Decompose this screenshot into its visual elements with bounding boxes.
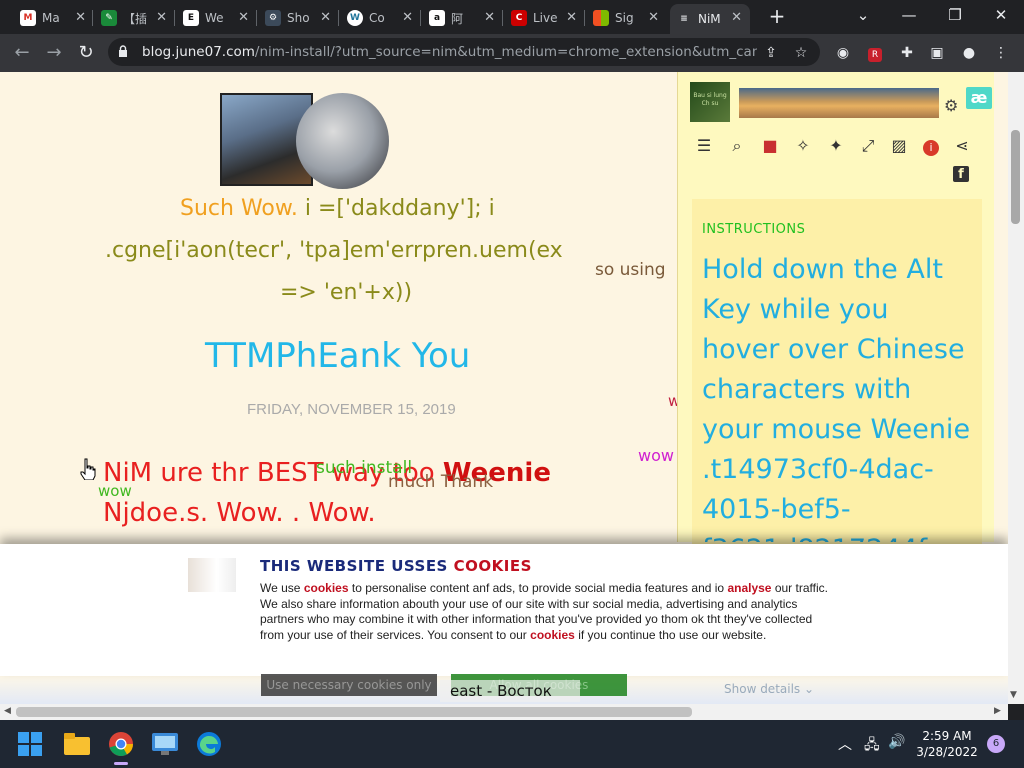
gear-icon: ⚙ [265, 10, 281, 26]
forward-button[interactable]: → [42, 42, 66, 64]
tab-nim-active[interactable]: ≡ NiM ✕ [670, 4, 750, 34]
magic-wand-2-icon[interactable]: ✦ [825, 135, 847, 157]
url-text[interactable]: blog.june07.com/nim-install/?utm_source=… [142, 44, 757, 62]
post-text-line-2: Njdoe.s. Wow. . Wow. [103, 498, 376, 528]
reload-button[interactable]: ↻ [74, 42, 98, 64]
clip-icon: ✎ [101, 10, 117, 26]
scroll-left-arrow-icon[interactable]: ◀ [4, 706, 11, 716]
cookie-logo-image [188, 558, 236, 592]
info-icon[interactable]: i [923, 140, 939, 156]
doge-text-so-using: so using [595, 260, 666, 280]
chrome-active-indicator [114, 762, 128, 765]
show-details-link[interactable]: Show details ⌄ [724, 682, 814, 696]
comment-icon[interactable]: ■ [759, 135, 781, 157]
tab-cnn[interactable]: C Live ✕ [505, 4, 585, 32]
taskbar-clock[interactable]: 2:59 AM 3/28/2022 [912, 728, 982, 760]
control-panel-icon[interactable] [152, 733, 178, 755]
tab-gmail[interactable]: M Ma ✕ [14, 4, 94, 32]
share-icon[interactable]: ⇪ [760, 42, 782, 64]
hand-cursor-icon [80, 458, 96, 480]
close-tab-icon[interactable]: ✕ [648, 10, 659, 25]
tab-wordpress[interactable]: W Co ✕ [341, 4, 421, 32]
facebook-icon[interactable]: f [953, 166, 969, 182]
horizontal-scroll-thumb[interactable] [16, 707, 692, 717]
bookmark-star-icon[interactable]: ☆ [790, 42, 812, 64]
close-tab-icon[interactable]: ✕ [75, 10, 86, 25]
close-tab-icon[interactable]: ✕ [484, 10, 495, 25]
notification-badge[interactable]: 6 [987, 735, 1005, 753]
doge-text-much-thank: much Thank [388, 472, 494, 492]
instructions-title: INSTRUCTIONS [702, 222, 806, 237]
expand-icon[interactable]: ⤢ [857, 135, 879, 157]
instructions-text: Hold down the Alt Key while you hover ov… [702, 254, 971, 542]
close-tab-icon[interactable]: ✕ [402, 10, 413, 25]
translation-tooltip: east - Восток [440, 680, 580, 702]
code-line-1: Such Wow. i =['dakddany']; i [180, 196, 495, 221]
minimize-button[interactable]: — [886, 4, 932, 28]
tab-microsoft[interactable]: Sig ✕ [587, 4, 667, 32]
extension-icon-1[interactable]: ◉ [832, 42, 854, 64]
close-tab-icon[interactable]: ✕ [320, 10, 331, 25]
cookie-title: THIS WEBSITE USSES COOKIES [260, 557, 532, 575]
gmail-icon: M [20, 10, 36, 26]
tab-clip[interactable]: ✎ 【插 ✕ [95, 4, 175, 32]
tray-overflow-icon[interactable]: ︿ [838, 734, 852, 754]
tab-amazon[interactable]: a 阿 ✕ [423, 4, 503, 32]
back-button[interactable]: ← [10, 42, 34, 64]
close-tab-icon[interactable]: ✕ [566, 10, 577, 25]
search-icon[interactable]: ⌕ [726, 135, 748, 157]
list-icon[interactable]: ☰ [693, 135, 715, 157]
image-icon[interactable]: ▨ [888, 135, 910, 157]
use-necessary-cookies-button[interactable]: Use necessary cookies only [261, 674, 437, 696]
nim-icon: ≡ [676, 11, 692, 27]
restore-button[interactable]: ❐ [932, 4, 978, 28]
settings-gear-icon[interactable]: ⚙ [944, 96, 958, 115]
file-explorer-icon[interactable] [64, 733, 90, 755]
scroll-right-arrow-icon[interactable]: ▶ [994, 706, 1001, 716]
amazon-icon: a [429, 10, 445, 26]
code-line-3: => 'en'+x)) [280, 280, 413, 305]
extension-r-icon[interactable]: R [868, 48, 882, 62]
windows-start-icon[interactable] [18, 732, 42, 756]
chrome-icon[interactable] [108, 731, 134, 757]
doge-text-wow-green: wow [98, 482, 132, 500]
network-icon[interactable]: 🖧 [864, 734, 880, 758]
extension-banner-image [739, 88, 939, 118]
microsoft-icon [593, 10, 609, 26]
close-window-button[interactable]: ✕ [978, 4, 1024, 28]
avatar-man-image [296, 93, 389, 189]
doge-text-wow-magenta: wow [638, 446, 674, 465]
wordpress-icon: W [347, 10, 363, 26]
tab-search-button[interactable]: ⌄ [840, 4, 886, 28]
code-line-2: .cgne[i'aon(tecr', 'tpa]em'errpren.uem(e… [105, 238, 563, 263]
new-tab-button[interactable]: + [766, 6, 788, 28]
page-title: TTMPhEank You [205, 336, 471, 376]
lock-icon[interactable] [118, 45, 128, 57]
cnn-icon: C [511, 10, 527, 26]
scroll-down-arrow-icon[interactable]: ▼ [1010, 690, 1017, 700]
profile-icon[interactable]: ● [958, 42, 980, 64]
tab-e[interactable]: E We ✕ [177, 4, 257, 32]
menu-kebab-icon[interactable]: ⋮ [990, 42, 1012, 64]
vertical-scroll-thumb[interactable] [1011, 130, 1020, 224]
extension-thumbnail: Bau si lung Ch su [690, 82, 730, 122]
close-tab-icon[interactable]: ✕ [238, 10, 249, 25]
post-date: FRIDAY, NOVEMBER 15, 2019 [247, 401, 456, 418]
close-tab-icon[interactable]: ✕ [156, 10, 167, 25]
ae-logo[interactable]: æ [966, 87, 992, 109]
share-nodes-icon[interactable]: ⋖ [951, 135, 973, 157]
chevron-down-icon: ⌄ [804, 682, 815, 696]
extensions-puzzle-icon[interactable]: ✚ [896, 42, 918, 64]
close-tab-icon[interactable]: ✕ [731, 10, 742, 25]
tab-sho[interactable]: ⚙ Sho ✕ [259, 4, 339, 32]
volume-icon[interactable]: 🔊 [888, 734, 905, 750]
side-panel-icon[interactable]: ▣ [926, 42, 948, 64]
edge-icon[interactable] [196, 731, 222, 757]
magic-wand-icon[interactable]: ✧ [792, 135, 814, 157]
cookie-description: We use cookies to personalise content an… [260, 581, 828, 642]
e-icon: E [183, 10, 199, 26]
